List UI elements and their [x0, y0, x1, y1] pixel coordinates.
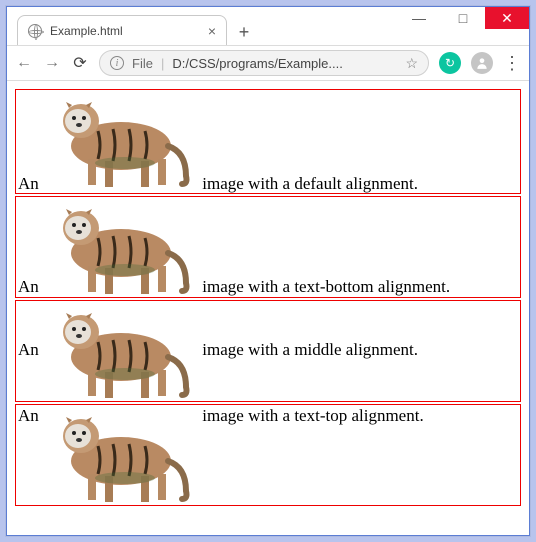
address-bar[interactable]: i File | D:/CSS/programs/Example.... ☆ — [99, 50, 429, 76]
tiger-image — [43, 302, 198, 400]
forward-icon[interactable]: → — [43, 54, 61, 72]
back-icon[interactable]: ← — [15, 54, 33, 72]
close-button[interactable]: ✕ — [485, 7, 529, 29]
url-text: D:/CSS/programs/Example.... — [172, 56, 397, 71]
menu-dots-icon[interactable]: ⋮ — [503, 54, 521, 72]
url-separator: | — [161, 56, 164, 71]
row-prefix: An — [18, 277, 39, 296]
example-row: An image with a text-top alignment. — [15, 404, 521, 506]
tiger-image — [43, 198, 198, 296]
row-suffix: image with a middle alignment. — [202, 340, 418, 359]
site-info-icon[interactable]: i — [110, 56, 124, 70]
tiger-image — [43, 406, 198, 504]
tab-strip: Example.html × + — [17, 15, 257, 45]
row-prefix: An — [18, 340, 39, 359]
tab-close-icon[interactable]: × — [208, 23, 216, 39]
row-suffix: image with a text-bottom alignment. — [202, 277, 450, 296]
profile-avatar-icon[interactable] — [471, 52, 493, 74]
globe-icon — [28, 24, 42, 38]
bookmark-star-icon[interactable]: ☆ — [405, 55, 418, 72]
browser-window: — □ ✕ Example.html × + ← → ⟳ i File | D:… — [6, 6, 530, 536]
example-row: An image with a middle alignment. — [15, 300, 521, 402]
minimize-button[interactable]: — — [397, 7, 441, 29]
new-tab-button[interactable]: + — [231, 19, 257, 45]
row-suffix: image with a text-top alignment. — [202, 406, 423, 425]
page-content: An image with a default alignment. An im… — [7, 81, 529, 535]
row-suffix: image with a default alignment. — [202, 174, 418, 193]
example-row: An image with a default alignment. — [15, 89, 521, 194]
extension-badge-icon[interactable]: ↻ — [439, 52, 461, 74]
reload-icon[interactable]: ⟳ — [71, 53, 89, 73]
row-prefix: An — [18, 174, 39, 193]
tab-example[interactable]: Example.html × — [17, 15, 227, 45]
tiger-image — [43, 91, 198, 189]
row-prefix: An — [18, 406, 39, 425]
url-scheme-label: File — [132, 56, 153, 71]
maximize-button[interactable]: □ — [441, 7, 485, 29]
example-row: An image with a text-bottom alignment. — [15, 196, 521, 298]
window-controls: — □ ✕ — [397, 7, 529, 29]
toolbar: ← → ⟳ i File | D:/CSS/programs/Example..… — [7, 45, 529, 81]
tab-title: Example.html — [50, 24, 200, 38]
